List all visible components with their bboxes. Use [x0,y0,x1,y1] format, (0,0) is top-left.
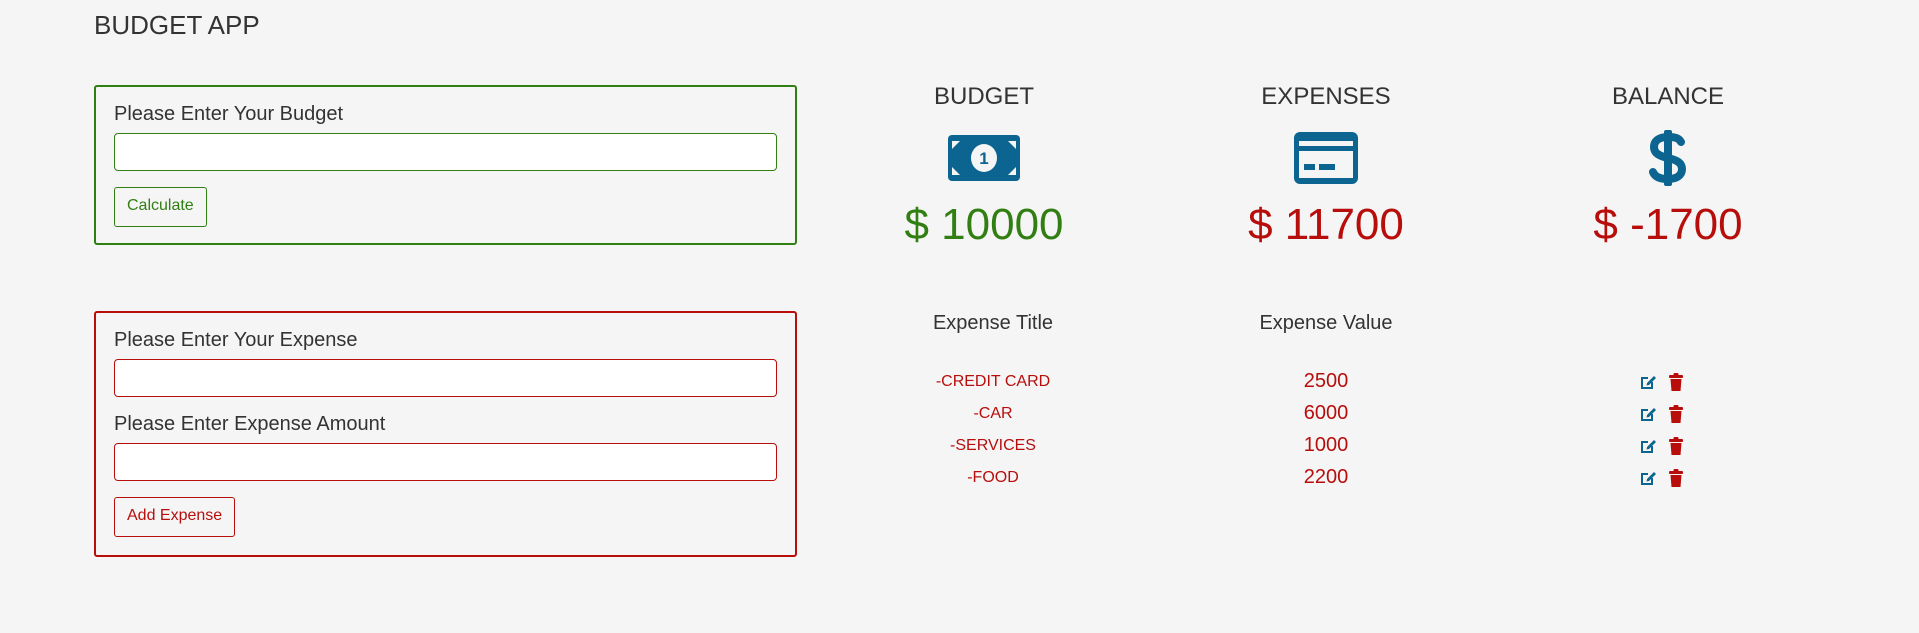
calculate-button[interactable]: Calculate [114,187,207,227]
budget-amount: $ 10000 [904,200,1064,249]
budget-summary-title: BUDGET [933,83,1034,110]
expense-row-value: 1000 [1303,434,1349,456]
edit-icon[interactable] [1638,436,1658,456]
budget-input[interactable] [114,133,777,171]
trash-icon[interactable] [1666,372,1686,392]
expenses-summary-title: EXPENSES [1261,83,1391,110]
trash-icon[interactable] [1666,468,1686,488]
balance-amount: $ -1700 [1593,200,1743,249]
edit-icon[interactable] [1638,372,1658,392]
expense-row: -CREDIT CARD 2500 [0,366,1919,398]
expense-row: -CAR 6000 [0,398,1919,430]
credit-card-icon [1196,130,1456,186]
expenses-summary: EXPENSES $ 11700 [1196,82,1456,250]
budget-summary: BUDGET 1 $ 10000 [854,82,1114,250]
expense-row: -FOOD 2200 [0,462,1919,494]
expense-row: -SERVICES 1000 [0,430,1919,462]
expense-row-title: -FOOD [967,469,1019,486]
trash-icon[interactable] [1666,436,1686,456]
expense-row-value: 6000 [1303,402,1349,424]
expense-row-value: 2200 [1303,466,1349,488]
expense-title-header: Expense Title [932,312,1054,334]
balance-summary-title: BALANCE [1611,83,1725,110]
edit-icon[interactable] [1638,468,1658,488]
trash-icon[interactable] [1666,404,1686,424]
app-title: BUDGET APP [94,10,260,40]
dollar-sign-icon [1538,130,1798,186]
expense-row-title: -CAR [973,405,1013,422]
budget-input-label: Please Enter Your Budget [114,103,344,125]
expense-row-title: -CREDIT CARD [935,373,1051,390]
money-bill-icon: 1 [854,130,1114,186]
add-expense-button[interactable]: Add Expense [114,497,236,537]
expense-value-header: Expense Value [1259,312,1393,334]
edit-icon[interactable] [1638,404,1658,424]
budget-form: Please Enter Your Budget Calculate [94,85,797,245]
svg-text:1: 1 [979,149,988,168]
expenses-amount: $ 11700 [1248,200,1404,249]
balance-summary: BALANCE $ -1700 [1538,82,1798,250]
expense-row-value: 2500 [1303,370,1349,392]
expense-row-title: -SERVICES [950,437,1036,454]
expense-title-label: Please Enter Your Expense [114,329,358,351]
